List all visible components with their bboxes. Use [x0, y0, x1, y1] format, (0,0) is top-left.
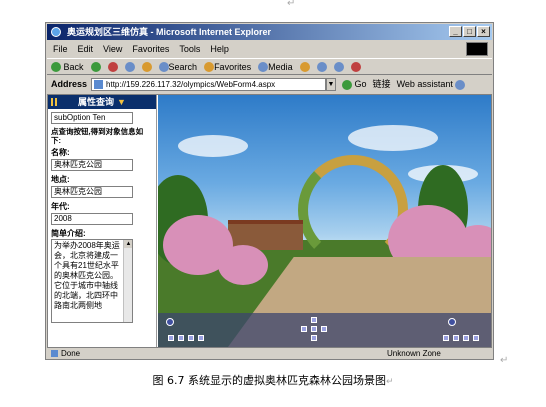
location-field[interactable]: 奥林匹克公园 [51, 186, 133, 198]
hud-button[interactable] [168, 335, 174, 341]
home-icon[interactable] [141, 61, 152, 72]
hud-button[interactable] [443, 335, 449, 341]
status-bar: Done Unknown Zone [47, 349, 492, 359]
hud-button[interactable] [453, 335, 459, 341]
forward-arrow-icon[interactable] [90, 61, 101, 72]
menu-bar: File Edit View Favorites Tools Help [47, 41, 492, 57]
web-assistant-button[interactable]: Web assistant [397, 76, 466, 93]
cloud [178, 135, 248, 157]
print-icon[interactable] [333, 61, 344, 72]
hud-button[interactable] [178, 335, 184, 341]
toolbar: Back Search Favorites Media [47, 58, 492, 75]
title-bar: 奥运规划区三维仿真 - Microsoft Internet Explorer … [47, 24, 492, 40]
edit-icon[interactable] [350, 61, 361, 72]
go-label: Go [354, 79, 367, 89]
browser-window: 奥运规划区三维仿真 - Microsoft Internet Explorer … [45, 22, 494, 360]
security-zone: Unknown Zone [387, 349, 441, 358]
name-field[interactable]: 奥林匹克公园 [51, 159, 133, 171]
location-label: 地点: [51, 175, 70, 184]
address-dropdown-button[interactable]: ▼ [326, 78, 337, 91]
mail-icon[interactable] [316, 61, 327, 72]
address-input[interactable]: http://159.226.117.32/olympics/WebForm4.… [91, 78, 327, 91]
hud-button[interactable] [463, 335, 469, 341]
go-arrow-icon [342, 79, 353, 90]
figure-caption: 图 6.7 系统显示的虚拟奥林匹克森林公园场景图↵ [0, 372, 546, 388]
3d-scene-viewport[interactable] [158, 95, 491, 347]
menu-tools[interactable]: Tools [179, 41, 200, 57]
media-icon [258, 62, 269, 73]
document-page: ↵ 奥运规划区三维仿真 - Microsoft Internet Explore… [0, 0, 546, 407]
hud-button[interactable] [198, 335, 204, 341]
hud-button[interactable] [473, 335, 479, 341]
cloud [348, 125, 438, 151]
favorites-icon [204, 62, 215, 73]
nav-up-button[interactable] [311, 317, 317, 323]
year-field[interactable]: 2008 [51, 213, 133, 225]
status-done: Done [51, 349, 80, 359]
page-content: 属性查询 ▼ subOption Ten 点查询按钮,得到对象信息如下: 名称: … [47, 94, 492, 348]
intro-textarea[interactable]: 为举办2008年奥运会，北京将建成一个具有21世纪水平的奥林匹克公园。它位于城市… [51, 239, 133, 323]
nav-down-button[interactable] [311, 335, 317, 341]
minimize-button[interactable]: _ [449, 26, 462, 37]
panel-title: 属性查询 [78, 97, 115, 107]
paragraph-mark: ↵ [385, 377, 394, 387]
blossom-tree [218, 245, 268, 285]
search-button[interactable]: Search [158, 59, 198, 75]
manual-roam-icon[interactable] [448, 318, 456, 326]
refresh-icon[interactable] [124, 61, 135, 72]
menu-view[interactable]: View [103, 41, 122, 57]
nav-right-button[interactable] [321, 326, 327, 332]
back-arrow-icon [51, 62, 61, 73]
menu-edit[interactable]: Edit [78, 41, 94, 57]
page-icon [51, 350, 58, 357]
back-button[interactable]: Back [51, 59, 84, 75]
window-controls: _ □ × [449, 26, 490, 37]
stop-icon[interactable] [107, 61, 118, 72]
page-icon [94, 80, 104, 89]
attribute-query-panel: 属性查询 ▼ subOption Ten 点查询按钮,得到对象信息如下: 名称: … [48, 95, 157, 347]
search-icon [158, 62, 169, 73]
close-button[interactable]: × [477, 26, 490, 37]
query-instruction: 点查询按钮,得到对象信息如下: [51, 127, 144, 145]
search-label: Search [168, 61, 198, 72]
grid-icon [51, 98, 59, 106]
panel-header: 属性查询 ▼ [48, 95, 156, 109]
history-icon[interactable] [299, 61, 310, 72]
maximize-button[interactable]: □ [463, 26, 476, 37]
windows-logo-icon [466, 42, 488, 56]
textarea-scrollbar[interactable]: ▲ [123, 240, 132, 322]
nav-center-button[interactable] [311, 326, 317, 332]
favorites-button[interactable]: Favorites [204, 59, 251, 75]
suboption-field[interactable]: subOption Ten [51, 112, 133, 124]
web-assistant-label: Web assistant [396, 79, 453, 89]
menu-help[interactable]: Help [210, 41, 229, 57]
name-label: 名称: [51, 148, 70, 157]
year-label: 年代: [51, 202, 70, 211]
go-button[interactable]: Go [342, 76, 367, 93]
nav-left-button[interactable] [301, 326, 307, 332]
navigation-hud [158, 313, 491, 347]
dropdown-arrow-icon[interactable]: ▼ [117, 97, 126, 107]
menu-file[interactable]: File [53, 41, 68, 57]
window-title: 奥运规划区三维仿真 - Microsoft Internet Explorer [67, 27, 272, 37]
back-label: Back [63, 61, 84, 72]
address-bar: Address http://159.226.117.32/olympics/W… [47, 76, 492, 93]
media-label: Media [268, 61, 293, 72]
auto-roam-icon[interactable] [166, 318, 174, 326]
links-button[interactable]: 链接 [373, 76, 391, 93]
globe-icon [455, 79, 466, 90]
favorites-label: Favorites [214, 61, 252, 72]
hud-button[interactable] [188, 335, 194, 341]
paragraph-mark: ↵ [500, 355, 509, 366]
intro-label: 简单介绍: [51, 229, 86, 238]
address-label: Address [51, 79, 88, 89]
ie-icon [51, 27, 61, 37]
paragraph-mark: ↵ [287, 0, 296, 9]
address-url: http://159.226.117.32/olympics/WebForm4.… [106, 80, 276, 89]
status-text: Done [61, 349, 81, 358]
media-button[interactable]: Media [258, 59, 293, 75]
menu-favorites[interactable]: Favorites [132, 41, 169, 57]
caption-text: 图 6.7 系统显示的虚拟奥林匹克森林公园场景图 [152, 374, 386, 387]
intro-text: 为举办2008年奥运会，北京将建成一个具有21世纪水平的奥林匹克公园。它位于城市… [54, 241, 120, 310]
